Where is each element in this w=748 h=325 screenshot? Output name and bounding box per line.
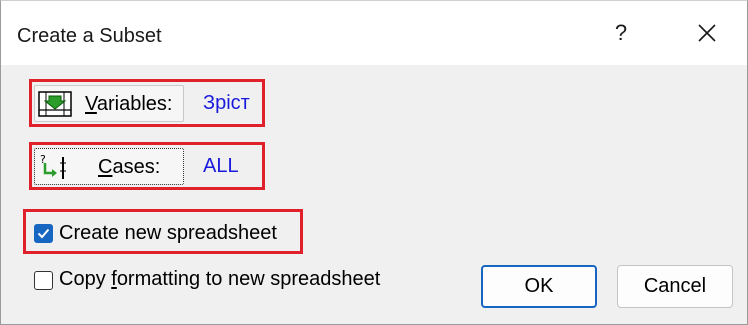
help-button[interactable]: ? (599, 11, 643, 55)
variables-value: Зріст (203, 92, 250, 114)
close-button[interactable] (685, 11, 729, 55)
cancel-button[interactable]: Cancel (617, 265, 733, 308)
cases-value: ALL (203, 155, 239, 177)
create-subset-dialog: Create a Subset ? Variables: Зріст ? Cas… (0, 0, 748, 325)
variables-icon (38, 91, 72, 117)
checkbox-checked[interactable] (34, 224, 53, 243)
create-new-spreadsheet-label: Create new spreadsheet (59, 222, 277, 244)
help-icon: ? (614, 20, 628, 45)
cases-button[interactable]: ? Cases: (34, 148, 184, 185)
copy-formatting-label: Copy formatting to new spreadsheet (59, 268, 381, 290)
close-icon (698, 24, 716, 42)
cases-label: Cases: (98, 156, 161, 178)
variables-label: Variables: (85, 93, 173, 115)
cases-icon: ? (40, 153, 66, 179)
checkmark-icon (37, 228, 50, 239)
title-bar: Create a Subset ? (1, 1, 747, 65)
checkbox-unchecked[interactable] (34, 271, 53, 290)
dialog-title: Create a Subset (17, 25, 162, 47)
variables-button[interactable]: Variables: (34, 85, 184, 122)
ok-button[interactable]: OK (481, 265, 597, 308)
